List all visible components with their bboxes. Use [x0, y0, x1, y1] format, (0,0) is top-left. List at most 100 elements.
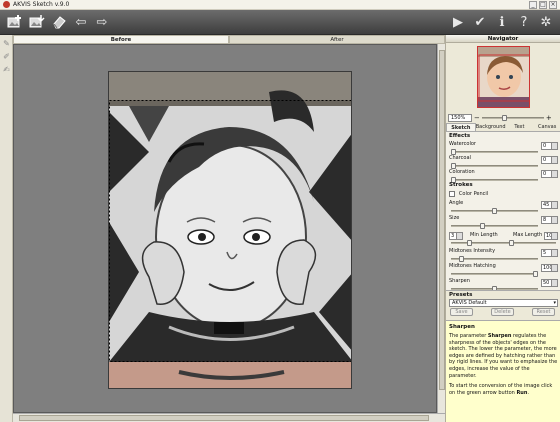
minimize-button[interactable]: _ [529, 1, 537, 9]
tab-text[interactable]: Text [506, 123, 534, 131]
coloration-param: Coloration 0 [449, 169, 558, 183]
midtones-hatching-knob[interactable] [533, 271, 538, 277]
angle-slider-knob[interactable] [492, 208, 497, 214]
brush-tool-icon[interactable]: ✐ [2, 52, 11, 61]
watercolor-param: Watercolor 0 [449, 141, 558, 155]
max-length-value: 10 [546, 233, 553, 239]
pencil-tool-icon[interactable]: ✎ [2, 39, 11, 48]
tab-after[interactable]: After [229, 35, 445, 44]
right-panel: Navigator 150% − + Sketch Background Tex… [445, 35, 560, 422]
zoom-value: 150% [451, 114, 466, 121]
midtones-intensity-input[interactable]: 5 [541, 249, 558, 257]
window-title: AKVIS Sketch v.9.0 [13, 1, 70, 8]
maximize-button[interactable]: □ [539, 1, 547, 9]
max-length-label: Max Length [513, 232, 543, 238]
color-pencil-checkbox[interactable] [449, 190, 455, 197]
watercolor-slider[interactable] [451, 149, 538, 155]
max-length-input[interactable]: 10 [544, 232, 558, 240]
midtones-intensity-label: Midtones Intensity [449, 248, 496, 254]
size-value: 8 [543, 217, 547, 223]
chevron-down-icon: ▾ [553, 300, 556, 306]
size-label: Size [449, 215, 460, 221]
help-icon[interactable]: ? [515, 13, 533, 31]
angle-slider[interactable] [451, 208, 538, 214]
midtones-hatching-param: Midtones Hatching 100 [449, 263, 558, 277]
tab-canvas[interactable]: Canvas [533, 123, 560, 131]
navigator-preview[interactable] [477, 46, 530, 108]
length-range-slider[interactable] [451, 240, 556, 246]
image-canvas[interactable] [13, 44, 437, 413]
tools-strip: ✎ ✐ ✍ [0, 35, 13, 422]
coloration-input[interactable]: 0 [541, 170, 558, 178]
tab-before[interactable]: Before [13, 35, 229, 44]
coloration-label: Coloration [449, 169, 475, 175]
size-param: Size 8 [449, 215, 558, 229]
min-length-value: 3 [451, 233, 455, 239]
sharpen-value: 50 [543, 280, 550, 286]
size-slider-knob[interactable] [480, 223, 485, 229]
midtones-intensity-knob[interactable] [459, 256, 464, 262]
coloration-slider[interactable] [451, 177, 538, 183]
window-controls: _ □ × [529, 1, 557, 9]
apply-icon[interactable]: ✔ [471, 13, 489, 31]
max-length-knob[interactable] [509, 240, 514, 246]
midtones-hatching-slider[interactable] [451, 271, 538, 277]
help-text: To start the conversion of the image cli… [449, 383, 553, 396]
zoom-row: 150% − + [448, 113, 559, 122]
reset-preset-button[interactable]: Reset [532, 308, 555, 316]
info-icon[interactable]: ℹ [493, 13, 511, 31]
open-image-icon[interactable] [6, 13, 24, 31]
horizontal-scroll-thumb[interactable] [19, 415, 429, 421]
help-bold: Run [516, 389, 528, 396]
undo-icon[interactable]: ⇦ [72, 13, 90, 31]
help-bold: Sharpen [487, 333, 512, 339]
zoom-out-icon[interactable]: − [474, 114, 480, 122]
zoom-select[interactable]: 150% [448, 113, 472, 122]
charcoal-label: Charcoal [449, 155, 471, 161]
min-length-input[interactable]: 3 [449, 232, 463, 240]
sharpen-label: Sharpen [449, 278, 470, 284]
tab-background[interactable]: Background [476, 123, 506, 131]
redo-icon[interactable]: ⇨ [93, 13, 111, 31]
angle-input[interactable]: 45 [541, 201, 558, 209]
angle-label: Angle [449, 200, 464, 206]
color-pencil-label: Color Pencil [458, 191, 489, 197]
stamp-tool-icon[interactable]: ✍ [2, 65, 11, 74]
tab-sketch[interactable]: Sketch [446, 123, 476, 131]
angle-value: 45 [543, 202, 550, 208]
midtones-hatching-input[interactable]: 100 [541, 264, 558, 272]
close-button[interactable]: × [549, 1, 557, 9]
help-paragraph-1: The parameter Sharpen regulates the shar… [449, 333, 558, 379]
sharpen-input[interactable]: 50 [541, 279, 558, 287]
midtones-hatching-value: 100 [543, 265, 553, 271]
min-length-knob[interactable] [467, 240, 472, 246]
delete-preset-button[interactable]: Delete [491, 308, 514, 316]
midtones-intensity-slider[interactable] [451, 256, 538, 262]
save-image-icon[interactable] [28, 13, 46, 31]
charcoal-slider[interactable] [451, 163, 538, 169]
size-slider[interactable] [451, 223, 538, 229]
watercolor-label: Watercolor [449, 141, 476, 147]
min-length-label: Min Length [470, 232, 498, 238]
settings-icon[interactable]: ✲ [537, 13, 555, 31]
help-paragraph-2: To start the conversion of the image cli… [449, 383, 558, 396]
presets-panel: Presets AKVIS Default ▾ Save Delete Rese… [446, 290, 560, 320]
charcoal-input[interactable]: 0 [541, 156, 558, 164]
run-icon[interactable]: ▶ [449, 13, 467, 31]
horizontal-scrollbar[interactable] [13, 413, 445, 422]
help-panel: Sharpen The parameter Sharpen regulates … [446, 320, 560, 422]
save-preset-button[interactable]: Save [450, 308, 473, 316]
zoom-slider[interactable] [481, 114, 544, 121]
charcoal-value: 0 [543, 157, 547, 163]
navigator-title: Navigator [446, 35, 560, 43]
eraser-icon[interactable] [50, 13, 68, 31]
vertical-scrollbar[interactable] [437, 44, 445, 413]
settings-tabs: Sketch Background Text Canvas [446, 123, 560, 132]
presets-select[interactable]: AKVIS Default ▾ [449, 299, 558, 307]
toolbar: ⇦ ⇨ ▶ ✔ ℹ ? ✲ [0, 10, 560, 35]
watercolor-input[interactable]: 0 [541, 142, 558, 150]
size-input[interactable]: 8 [541, 216, 558, 224]
view-tabs: Before After [13, 35, 445, 44]
zoom-slider-knob[interactable] [501, 114, 507, 121]
zoom-in-icon[interactable]: + [546, 114, 552, 122]
